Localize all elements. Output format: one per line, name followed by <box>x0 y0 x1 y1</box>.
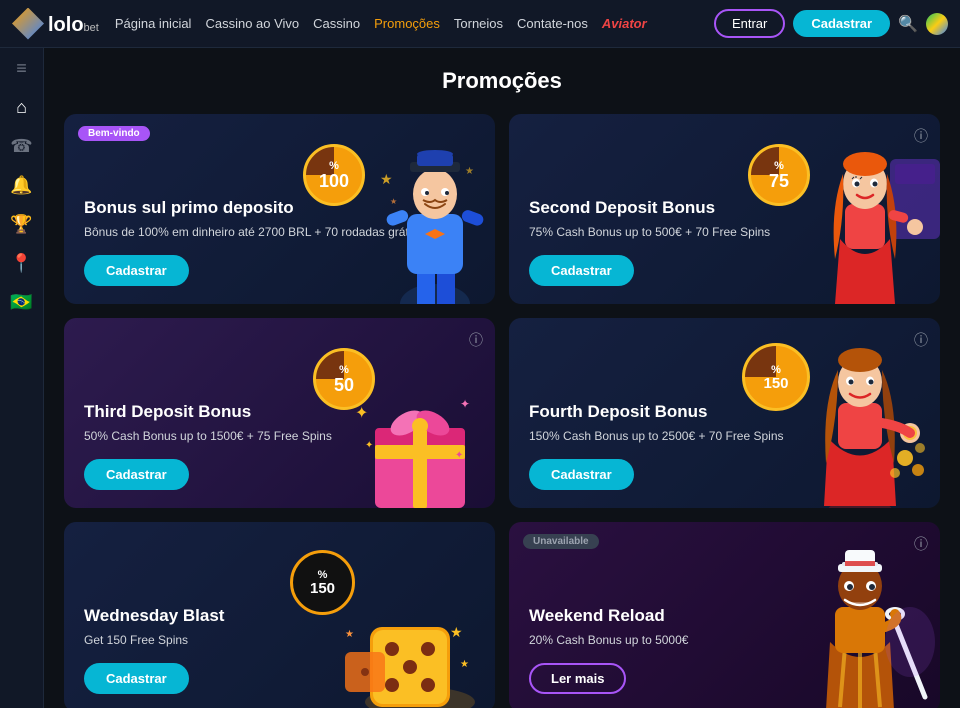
character-woman2 <box>800 338 940 508</box>
nav-contate-nos[interactable]: Contate-nos <box>517 16 588 31</box>
nav-links: Página inicial Cassino ao Vivo Cassino P… <box>115 16 698 31</box>
fourth-deposit-coin-badge: % 150 <box>742 343 810 411</box>
sidebar-notification-icon[interactable]: 🔔 <box>10 175 32 196</box>
character-carnival <box>795 542 940 708</box>
svg-text:✦: ✦ <box>455 450 463 461</box>
promo-grid: Bem-vindo Bonus sul primo deposito Bônus… <box>64 114 940 708</box>
svg-text:★: ★ <box>450 624 463 640</box>
logo[interactable]: lolobet <box>12 8 99 40</box>
svg-text:✦: ✦ <box>460 397 470 411</box>
sidebar-menu-icon[interactable]: ≡ <box>16 58 27 79</box>
promo-card-second-deposit: ⓘ Second Deposit Bonus 75% Cash Bonus up… <box>509 114 940 304</box>
first-deposit-coin-badge: % 100 <box>303 144 365 206</box>
top-nav: lolobet Página inicial Cassino ao Vivo C… <box>0 0 960 48</box>
svg-text:★: ★ <box>345 629 354 640</box>
nav-cassino[interactable]: Cassino <box>313 16 360 31</box>
language-flag[interactable] <box>926 13 948 35</box>
nav-cassino-ao-vivo[interactable]: Cassino ao Vivo <box>205 16 299 31</box>
search-icon[interactable]: 🔍 <box>898 14 918 34</box>
logo-icon <box>12 8 44 40</box>
sidebar-trophy-icon[interactable]: 🏆 <box>10 214 32 235</box>
entrar-button[interactable]: Entrar <box>714 9 785 38</box>
nav-aviator[interactable]: Aviator <box>602 16 647 31</box>
wednesday-blast-cadastrar-button[interactable]: Cadastrar <box>84 663 189 694</box>
promo-card-fourth-deposit: ⓘ Fourth Deposit Bonus 150% Cash Bonus u… <box>509 318 940 508</box>
second-deposit-cadastrar-button[interactable]: Cadastrar <box>529 255 634 286</box>
nav-promocoes[interactable]: Promoções <box>374 16 440 31</box>
sidebar: ≡ ⌂ ☎ 🔔 🏆 📍 🇧🇷 <box>0 48 44 708</box>
svg-text:✦: ✦ <box>365 440 373 451</box>
nav-right: Entrar Cadastrar 🔍 <box>714 9 948 38</box>
sidebar-location-icon[interactable]: 📍 <box>10 253 32 274</box>
promo-card-weekend-reload: Unavailable ⓘ Weekend Reload 20% Cash Bo… <box>509 522 940 708</box>
character-man: ★ ★ ★ <box>375 144 495 304</box>
layout: ≡ ⌂ ☎ 🔔 🏆 📍 🇧🇷 Promoções Bem-vindo Bonus… <box>0 48 960 708</box>
weekend-reload-ler-mais-button[interactable]: Ler mais <box>529 663 626 694</box>
svg-text:✦: ✦ <box>355 405 368 422</box>
promo-card-third-deposit: ⓘ Third Deposit Bonus 50% Cash Bonus up … <box>64 318 495 508</box>
third-deposit-coin-badge: % 50 <box>313 348 375 410</box>
nav-pagina-inicial[interactable]: Página inicial <box>115 16 192 31</box>
first-deposit-cadastrar-button[interactable]: Cadastrar <box>84 255 189 286</box>
svg-text:★: ★ <box>380 171 393 187</box>
sidebar-brazil-icon[interactable]: 🇧🇷 <box>10 292 32 313</box>
third-deposit-cadastrar-button[interactable]: Cadastrar <box>84 459 189 490</box>
cadastrar-nav-button[interactable]: Cadastrar <box>793 10 890 37</box>
sidebar-support-icon[interactable]: ☎ <box>10 136 32 157</box>
info-icon-third[interactable]: ⓘ <box>469 330 483 350</box>
unavailable-badge: Unavailable <box>523 534 599 549</box>
svg-text:★: ★ <box>465 166 474 177</box>
wednesday-blast-coin-badge: % 150 <box>290 550 355 615</box>
promo-card-first-deposit: Bem-vindo Bonus sul primo deposito Bônus… <box>64 114 495 304</box>
logo-text: lolobet <box>48 11 99 37</box>
page-title: Promoções <box>64 68 940 94</box>
character-gift: ✦ ✦ ✦ ✦ <box>355 348 485 508</box>
welcome-badge: Bem-vindo <box>78 126 150 141</box>
sidebar-home-icon[interactable]: ⌂ <box>16 97 27 118</box>
second-deposit-coin-badge: % 75 <box>748 144 810 206</box>
svg-text:★: ★ <box>460 659 469 670</box>
main-content: Promoções Bem-vindo Bonus sul primo depo… <box>44 48 960 708</box>
fourth-deposit-cadastrar-button[interactable]: Cadastrar <box>529 459 634 490</box>
nav-torneios[interactable]: Torneios <box>454 16 503 31</box>
coin-value: 100 <box>319 172 349 190</box>
promo-card-wednesday-blast: Wednesday Blast Get 150 Free Spins Cadas… <box>64 522 495 708</box>
character-dice: ★ ★ ★ <box>340 547 490 708</box>
svg-text:★: ★ <box>390 197 397 206</box>
character-woman1 <box>810 139 940 304</box>
